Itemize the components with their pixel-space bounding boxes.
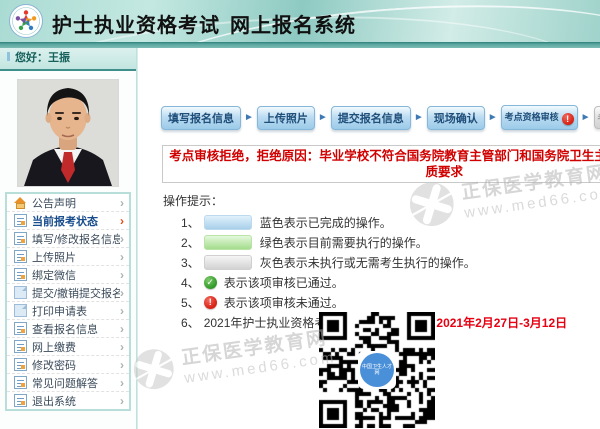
chevron-right-icon: ›	[120, 287, 124, 299]
step-submit-info: 提交报名信息	[331, 106, 411, 130]
sidebar-item-bind-wechat[interactable]: 绑定微信›	[7, 266, 129, 284]
app-header: 护士执业资格考试网上报名系统	[0, 0, 600, 42]
tip-row-gray: 3、 灰色表示未执行或无需考生执行的操作。	[181, 255, 600, 269]
sidebar-item-announcements[interactable]: 公告声明›	[7, 194, 129, 212]
page-icon	[14, 286, 27, 299]
form-icon	[14, 250, 27, 263]
step-fill-info: 填写报名信息	[161, 106, 241, 130]
chevron-right-icon: ›	[120, 233, 124, 245]
sidebar-item-change-password[interactable]: 修改密码›	[7, 356, 129, 374]
step-onsite-confirm: 现场确认	[427, 106, 485, 130]
step-arrow-icon: ►	[414, 112, 424, 123]
chevron-right-icon: ›	[120, 377, 124, 389]
greeting-text: 您好：王振	[15, 52, 70, 64]
step-district-review: 考区资格审核	[594, 106, 600, 129]
sidebar-item-print-form[interactable]: 打印申请表›	[7, 302, 129, 320]
page-icon	[14, 304, 27, 317]
form-icon	[14, 358, 27, 371]
sidebar-item-faq[interactable]: 常见问题解答›	[7, 374, 129, 392]
form-icon	[14, 268, 27, 281]
progress-steps: 填写报名信息 ► 上传照片 ► 提交报名信息 ► 现场确认 ► 考点资格审核! …	[161, 105, 600, 130]
sidebar-item-view-info[interactable]: 查看报名信息›	[7, 320, 129, 338]
form-icon	[14, 394, 27, 407]
sidebar-item-current-status[interactable]: 当前报考状态›	[7, 212, 129, 230]
greeting-tick-icon	[7, 52, 10, 61]
emblem-star-logo-icon	[9, 4, 43, 38]
chevron-right-icon: ›	[120, 269, 124, 281]
sidebar-item-edit-info[interactable]: 填写/修改报名信息›	[7, 230, 129, 248]
form-icon	[14, 340, 27, 353]
tip-row-failed: 5、 ! 表示该项审核未通过。	[181, 295, 600, 309]
page: 护士执业资格考试网上报名系统 您好：王振	[0, 0, 600, 429]
chevron-right-icon: ›	[120, 359, 124, 371]
home-icon	[14, 196, 27, 209]
rejection-warning: 考点审核拒绝，拒绝原因：毕业学校不符合国务院教育主管部门和国务院卫生主管部门规定…	[162, 145, 600, 183]
gray-swatch-icon	[204, 255, 252, 270]
step-site-review: 考点资格审核!	[501, 105, 578, 130]
chevron-right-icon: ›	[120, 305, 124, 317]
rejected-badge-icon: !	[562, 113, 574, 125]
sidebar: 您好：王振 公告声明› 当前报考状态›	[0, 48, 137, 429]
step-upload-photo: 上传照片	[257, 106, 315, 130]
tip-row-green: 2、 绿色表示目前需要执行的操作。	[181, 235, 600, 249]
page-title-part2: 网上报名系统	[230, 15, 356, 37]
chevron-right-icon: ›	[120, 215, 124, 227]
page-title: 护士执业资格考试网上报名系统	[52, 9, 356, 38]
form-icon	[14, 322, 27, 335]
chevron-right-icon: ›	[120, 395, 124, 407]
tip-row-blue: 1、 蓝色表示已完成的操作。	[181, 215, 600, 229]
tip-row-passed: 4、 ✓ 表示该项审核已通过。	[181, 275, 600, 289]
chevron-right-icon: ›	[120, 323, 124, 335]
page-title-part1: 护士执业资格考试	[52, 15, 220, 37]
form-icon	[14, 376, 27, 389]
payment-date-range: 2021年2月27日-3月12日	[436, 314, 567, 331]
operation-tips: 操作提示： 1、 蓝色表示已完成的操作。 2、 绿色表示目前需要执行的操作。 3…	[163, 192, 600, 329]
sidebar-menu: 公告声明› 当前报考状态› 填写/修改报名信息› 上传照片› 绑定微信› 提交/…	[5, 192, 131, 411]
qr-center-logo: 中国卫生人才网	[360, 353, 394, 387]
sidebar-item-online-payment[interactable]: 网上缴费›	[7, 338, 129, 356]
sidebar-item-upload-photo[interactable]: 上传照片›	[7, 248, 129, 266]
form-icon	[14, 232, 27, 245]
chevron-right-icon: ›	[120, 197, 124, 209]
wechat-qr-code: 中国卫生人才网	[319, 312, 435, 428]
chevron-right-icon: ›	[120, 341, 124, 353]
step-arrow-icon: ►	[244, 112, 254, 123]
form-icon	[14, 214, 27, 227]
blue-swatch-icon	[204, 215, 252, 230]
candidate-photo	[17, 79, 119, 187]
chevron-right-icon: ›	[120, 251, 124, 263]
green-swatch-icon	[204, 235, 252, 250]
greeting-bar: 您好：王振	[0, 48, 136, 71]
step-arrow-icon: ►	[318, 112, 328, 123]
sidebar-item-submit-withdraw[interactable]: 提交/撤销提交报名›	[7, 284, 129, 302]
sidebar-item-logout[interactable]: 退出系统›	[7, 392, 129, 409]
check-circle-icon: ✓	[204, 276, 217, 289]
tips-title: 操作提示：	[163, 192, 600, 209]
alert-circle-icon: !	[204, 296, 217, 309]
step-arrow-icon: ►	[488, 112, 498, 123]
step-arrow-icon: ►	[581, 112, 591, 123]
